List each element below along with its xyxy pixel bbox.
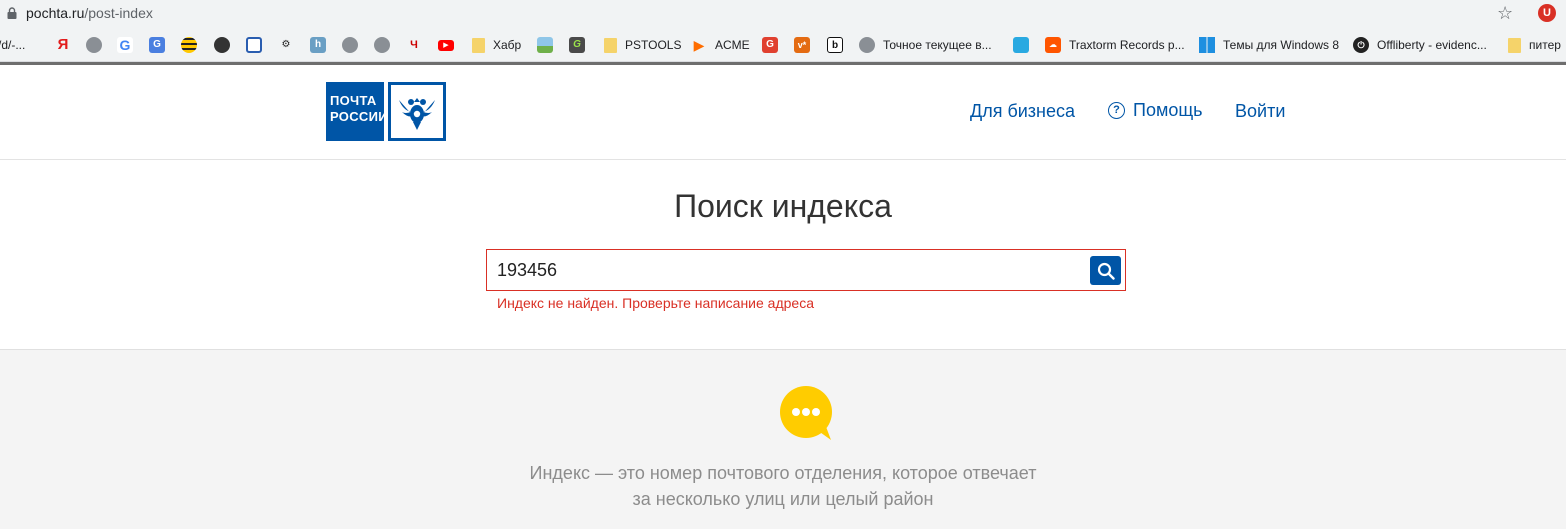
bookmark-item[interactable]: Ч (406, 35, 422, 55)
bookmark-item[interactable]: ⏻ Offliberty - evidenc... (1353, 35, 1487, 55)
logo-line1: ПОЧТА (330, 93, 377, 108)
globe-icon (342, 37, 358, 53)
site-icon (246, 37, 262, 53)
bookmark-item[interactable] (537, 35, 553, 55)
bookmark-item[interactable]: G (117, 35, 133, 55)
folder-icon (604, 37, 617, 53)
bookmark-item[interactable] (374, 35, 390, 55)
bookmark-item[interactable]: v* (794, 35, 810, 55)
bookmark-star-icon[interactable]: ☆ (1497, 3, 1513, 24)
logo-line2: РОССИИ (330, 109, 388, 124)
bookmark-item[interactable]: ⚙ (278, 35, 294, 55)
bookmark-label: питер (1529, 38, 1561, 52)
url-text[interactable]: pochta.ru/post-index (26, 5, 153, 21)
search-icon (1097, 262, 1115, 280)
bookmark-item[interactable]: G (762, 35, 778, 55)
site-icon (1013, 37, 1029, 53)
bookmark-item[interactable]: ▶ (438, 35, 454, 55)
bookmark-label: Хабр (493, 38, 522, 52)
url-host: pochta.ru (26, 5, 85, 21)
eagle-icon (399, 97, 435, 130)
bookmark-item[interactable] (86, 35, 102, 55)
globe-icon (859, 37, 875, 53)
bookmarks-bar: /d/-... Я G G ⚙ h Ч ▶ Хабр G PSTOOLS ▶ AC… (0, 28, 1566, 62)
yandex-icon: Я (57, 36, 69, 53)
globe-icon (86, 37, 102, 53)
google-icon: G (117, 37, 133, 53)
bookmark-item[interactable] (214, 35, 230, 55)
error-message: Индекс не найден. Проверьте написание ад… (497, 295, 814, 311)
nav-help-label: Помощь (1133, 100, 1203, 120)
logo-eagle[interactable] (388, 82, 446, 141)
bookmark-item[interactable]: Хабр (472, 35, 521, 55)
page-title: Поиск индекса (674, 188, 892, 224)
bookmark-item[interactable] (342, 35, 358, 55)
beeline-icon (181, 37, 197, 53)
search-input[interactable] (487, 250, 1087, 290)
bookmark-item[interactable]: ▶ ACME (691, 35, 750, 55)
windows-icon (1199, 37, 1215, 53)
bookmark-label: Темы для Windows 8 (1223, 38, 1340, 52)
site-icon (537, 37, 553, 53)
browser-url-bar[interactable]: pochta.ru/post-index ☆ U (0, 0, 1566, 28)
site-header: ПОЧТА РОССИИ Для бизнеса ? Помощь Войти (0, 65, 1566, 160)
search-button[interactable] (1090, 256, 1121, 285)
site-icon: b (827, 37, 843, 53)
site-icon: G (762, 37, 778, 53)
info-line2: за несколько улиц или целый район (632, 489, 934, 509)
bookmark-item[interactable]: PSTOOLS (604, 35, 681, 55)
bookmark-label: /d/-... (0, 38, 26, 52)
site-icon: G (569, 37, 585, 53)
info-text: Индекс — это номер почтового отделения, … (0, 460, 1566, 512)
extension-icon[interactable]: U (1538, 4, 1556, 22)
bookmark-item[interactable] (181, 35, 197, 55)
url-path: /post-index (84, 5, 153, 21)
info-line1: Индекс — это номер почтового отделения, … (529, 463, 1037, 483)
lock-icon (7, 7, 17, 19)
site-icon: Ч (410, 39, 418, 51)
bookmark-item[interactable]: питер (1508, 35, 1561, 55)
bookmark-item[interactable] (1013, 35, 1029, 55)
play-icon: ▶ (693, 37, 705, 53)
folder-icon (472, 37, 485, 53)
site-icon: ⚙ (281, 39, 291, 50)
bookmark-item[interactable]: ☁ Traxtorm Records p... (1045, 35, 1185, 55)
search-box (486, 249, 1126, 291)
nav-help-link[interactable]: ? Помощь (1108, 100, 1203, 121)
nav-business-link[interactable]: Для бизнеса (970, 101, 1075, 122)
bookmark-label: PSTOOLS (625, 38, 682, 52)
youtube-icon: ▶ (438, 39, 454, 51)
bookmark-item[interactable]: /d/-... (0, 35, 25, 55)
chat-bubble-icon (780, 386, 832, 440)
bookmark-label: Traxtorm Records p... (1069, 38, 1185, 52)
bookmark-item[interactable]: G (149, 35, 165, 55)
info-section: Индекс — это номер почтового отделения, … (0, 349, 1566, 529)
bookmark-item[interactable]: b (827, 35, 843, 55)
logo[interactable]: ПОЧТА РОССИИ (326, 82, 388, 141)
google-translate-icon: G (149, 37, 165, 53)
bookmark-item[interactable]: Точное текущее в... (859, 35, 992, 55)
nav-login-link[interactable]: Войти (1235, 101, 1285, 122)
globe-icon (374, 37, 390, 53)
bookmark-label: ACME (715, 38, 750, 52)
power-icon: ⏻ (1353, 37, 1369, 53)
folder-icon (1508, 37, 1521, 53)
bookmark-label: Offliberty - evidenc... (1377, 38, 1487, 52)
bookmark-label: Точное текущее в... (883, 38, 992, 52)
hh-icon: h (310, 37, 326, 53)
bookmark-item[interactable] (246, 35, 262, 55)
bookmark-item[interactable]: h (310, 35, 326, 55)
bookmark-item[interactable]: Темы для Windows 8 (1199, 35, 1339, 55)
soundcloud-icon: ☁ (1045, 37, 1061, 53)
site-icon: v* (794, 37, 810, 53)
site-icon (214, 37, 230, 53)
bookmark-item[interactable]: Я (55, 35, 71, 55)
help-icon: ? (1108, 102, 1125, 119)
bookmark-item[interactable]: G (569, 35, 585, 55)
